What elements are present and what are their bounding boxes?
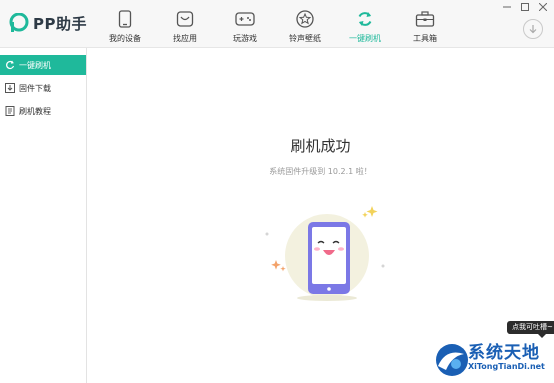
sidebar-item-label: 刷机教程 xyxy=(19,106,51,116)
title-bar: PP助手 我的设备 找应用 玩游戏 铃声壁纸 一键刷机 工具箱 xyxy=(0,0,554,48)
window-controls xyxy=(502,2,548,12)
sidebar-item-firmware-download[interactable]: 固件下载 xyxy=(0,78,86,98)
feedback-tooltip[interactable]: 点我可吐槽~ xyxy=(507,321,554,338)
nav-label: 一键刷机 xyxy=(349,34,381,43)
result-title: 刷机成功 xyxy=(290,137,351,155)
nav-item-flash[interactable]: 一键刷机 xyxy=(335,0,395,47)
result-subtitle: 系统固件升级到 10.2.1 啦！ xyxy=(269,167,372,176)
maximize-icon[interactable] xyxy=(520,2,530,12)
nav-item-ringtones[interactable]: 铃声壁纸 xyxy=(275,0,335,47)
refresh-icon xyxy=(355,9,375,29)
nav-item-find-apps[interactable]: 找应用 xyxy=(155,0,215,47)
nav-item-toolbox[interactable]: 工具箱 xyxy=(395,0,455,47)
nav-label: 找应用 xyxy=(173,34,197,43)
nav-label: 铃声壁纸 xyxy=(289,34,321,43)
sparkle-icon xyxy=(271,260,281,270)
sidebar-item-label: 固件下载 xyxy=(19,83,51,93)
sidebar-item-flash-tutorial[interactable]: 刷机教程 xyxy=(0,101,86,121)
refresh-icon xyxy=(5,60,15,70)
app-name: PP助手 xyxy=(33,14,87,33)
phone-icon xyxy=(115,9,135,29)
sidebar-item-flash[interactable]: 一键刷机 xyxy=(0,55,86,75)
main-content: 刷机成功 系统固件升级到 10.2.1 啦！ xyxy=(87,48,554,383)
download-icon xyxy=(5,83,15,93)
nav-label: 我的设备 xyxy=(109,34,141,43)
toolbox-icon xyxy=(415,9,435,29)
gamepad-icon xyxy=(235,9,255,29)
success-illustration xyxy=(255,198,395,308)
app-logo: PP助手 xyxy=(9,11,87,35)
sidebar: 一键刷机 固件下载 刷机教程 xyxy=(0,48,87,383)
watermark-url: XiTongTianDi.net xyxy=(468,362,545,371)
nav-label: 玩游戏 xyxy=(233,34,257,43)
pp-logo-icon xyxy=(9,12,29,33)
app-store-icon xyxy=(175,9,195,29)
watermark: 系统天地 XiTongTianDi.net xyxy=(430,336,554,383)
watermark-logo-icon xyxy=(436,344,468,376)
download-manager-button[interactable] xyxy=(523,19,543,39)
star-icon xyxy=(295,9,315,29)
download-arrow-icon xyxy=(529,25,537,34)
close-icon[interactable] xyxy=(538,2,548,12)
nav-item-games[interactable]: 玩游戏 xyxy=(215,0,275,47)
nav-label: 工具箱 xyxy=(413,34,437,43)
sparkle-icon xyxy=(366,206,378,217)
sidebar-item-label: 一键刷机 xyxy=(19,60,51,70)
watermark-title: 系统天地 xyxy=(468,343,540,363)
top-nav: 我的设备 找应用 玩游戏 铃声壁纸 一键刷机 工具箱 xyxy=(95,0,455,47)
minimize-icon[interactable] xyxy=(502,2,512,12)
book-icon xyxy=(5,106,15,116)
nav-item-my-device[interactable]: 我的设备 xyxy=(95,0,155,47)
